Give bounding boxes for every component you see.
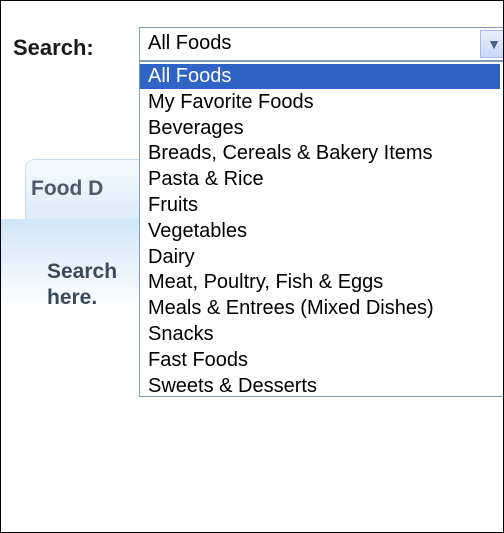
dropdown-option[interactable]: My Favorite Foods <box>140 90 500 115</box>
search-hint-line2: here. <box>47 286 98 309</box>
search-hint-line1: Search <box>47 260 118 283</box>
dropdown-option[interactable]: Vegetables <box>140 219 500 244</box>
dropdown-option[interactable]: All Foods <box>140 64 500 89</box>
search-label: Search: <box>13 35 94 60</box>
dropdown-option[interactable]: Beverages <box>140 116 500 141</box>
search-hint: Search here. <box>47 259 117 311</box>
dropdown-option[interactable]: Sweets & Desserts <box>140 374 500 399</box>
app-frame: Search: Food D Search here. All Foods ▼ … <box>0 0 504 533</box>
tab-food-database-label: Food D <box>31 177 104 200</box>
dropdown-option[interactable]: Fast Foods <box>140 348 500 373</box>
dropdown-option[interactable]: Pasta & Rice <box>140 167 500 192</box>
dropdown-option[interactable]: Dairy <box>140 245 500 270</box>
dropdown-option[interactable]: Meat, Poultry, Fish & Eggs <box>140 270 500 295</box>
food-category-select-value: All Foods <box>148 32 232 54</box>
dropdown-option[interactable]: Breads, Cereals & Bakery Items <box>140 141 500 166</box>
dropdown-option[interactable]: Fruits <box>140 193 500 218</box>
dropdown-option[interactable]: Meals & Entrees (Mixed Dishes) <box>140 296 500 321</box>
food-category-dropdown: All Foods My Favorite Foods Beverages Bread… <box>139 61 503 399</box>
food-category-select[interactable]: All Foods ▼ <box>139 27 503 61</box>
chevron-down-icon[interactable]: ▼ <box>480 30 503 58</box>
dropdown-option[interactable]: Snacks <box>140 322 500 347</box>
